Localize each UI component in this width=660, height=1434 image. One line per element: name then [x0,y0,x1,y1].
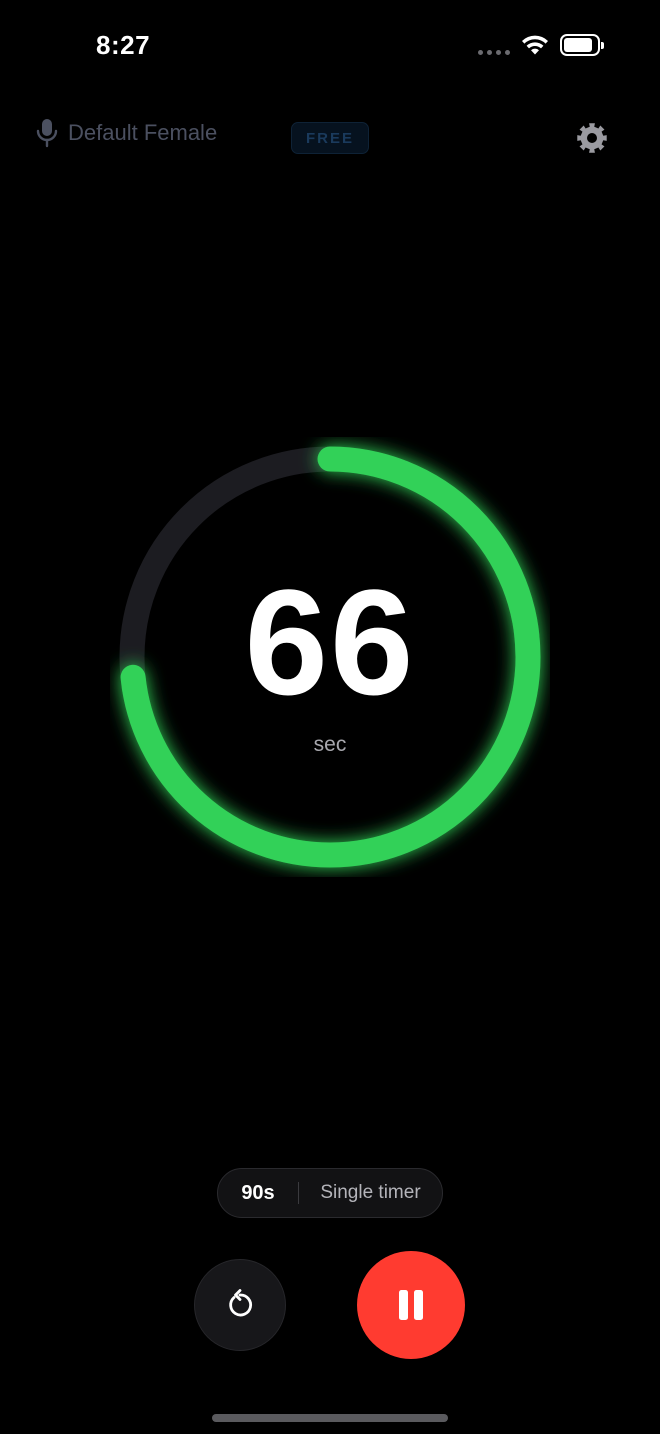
settings-button[interactable] [576,122,608,154]
timer-unit: sec [313,733,347,756]
status-bar: 8:27 [0,0,660,96]
timer-value: 66 [244,558,416,726]
timer-duration: 90s [241,1181,275,1204]
reset-icon [229,1289,252,1317]
microphone-icon [36,119,58,148]
free-badge[interactable]: FREE [291,122,369,154]
voice-label: Default Female [68,120,218,145]
timer-mode: Single timer [320,1182,421,1203]
gear-icon [577,123,607,153]
pause-icon [399,1290,423,1320]
battery-icon [560,34,604,56]
timer-info-pill[interactable]: 90s Single timer [217,1168,443,1218]
reset-button[interactable] [194,1259,286,1351]
home-indicator [212,1414,448,1422]
timer-ring: 66 sec [110,437,550,877]
status-time: 8:27 [96,30,151,60]
wifi-icon [522,35,548,55]
voice-selector[interactable]: Default Female [36,118,217,148]
cellular-icon [478,35,510,55]
header: Default Female FREE [0,110,660,166]
status-icons [478,34,604,56]
pause-button[interactable] [357,1251,465,1359]
